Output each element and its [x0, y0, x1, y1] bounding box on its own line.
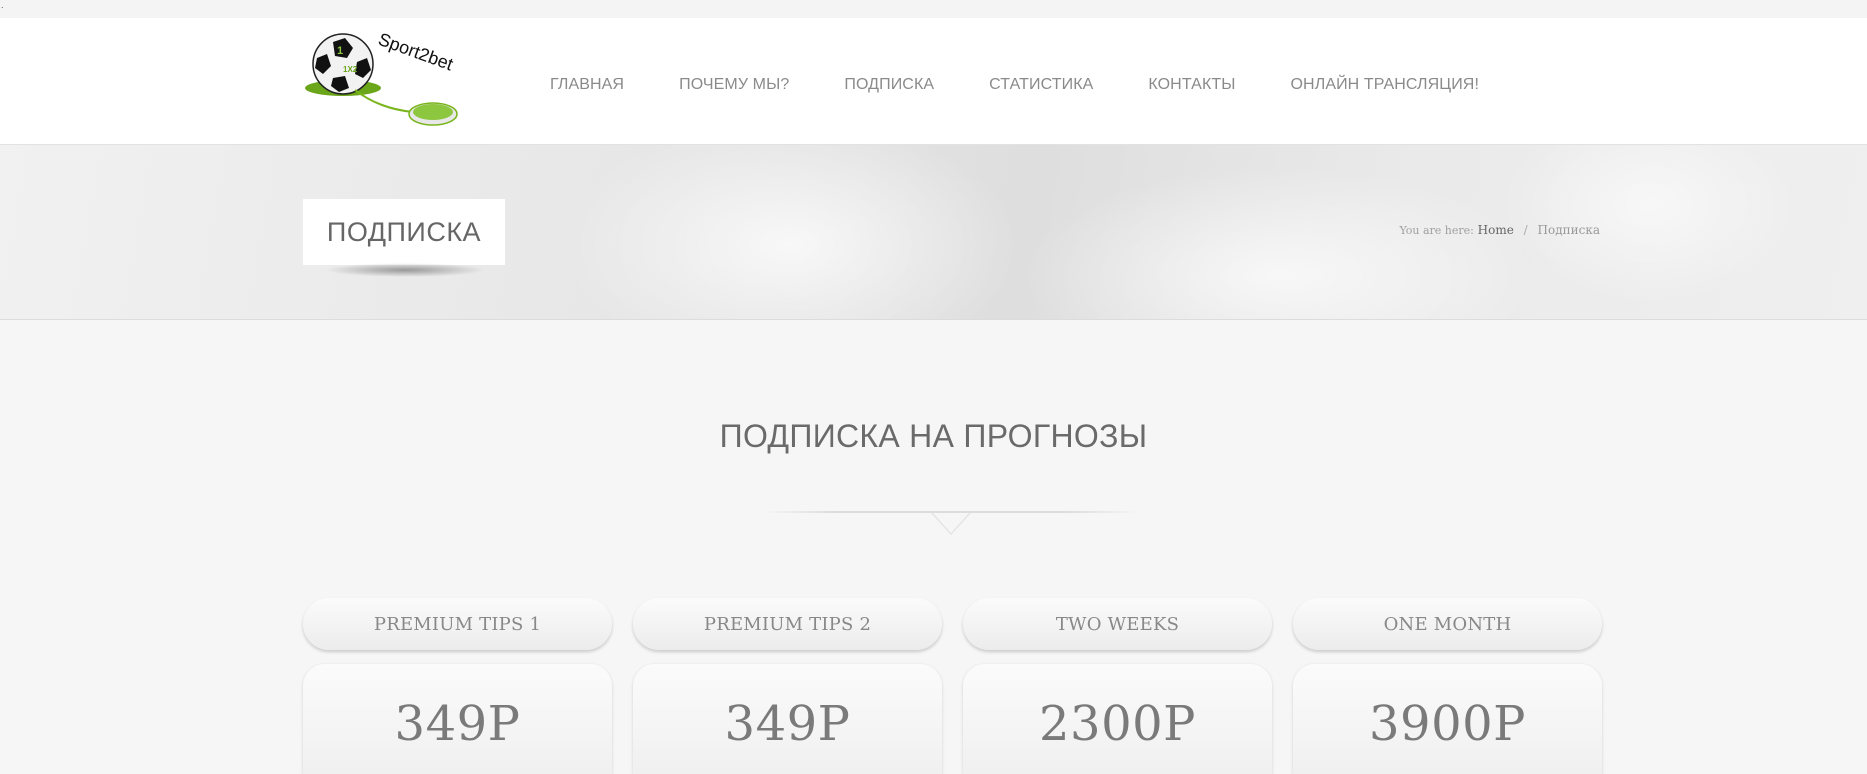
nav-item-contacts[interactable]: КОНТАКТЫ: [1148, 76, 1235, 94]
plan-body: 2300Р: [963, 664, 1272, 774]
pricing-plans: PREMIUM TIPS 1 349Р PREMIUM TIPS 2 349Р …: [303, 598, 1603, 774]
plan-price: 3900Р: [1369, 696, 1526, 752]
nav-item-why-us[interactable]: ПОЧЕМУ МЫ?: [679, 76, 789, 94]
logo-ball-text: 1X2: [343, 65, 358, 74]
divider-arrow-icon: [931, 513, 971, 535]
plan-name: PREMIUM TIPS 2: [633, 598, 942, 650]
top-strip: .: [0, 0, 1867, 18]
plan-price: 2300Р: [1039, 696, 1196, 752]
section-title: ПОДПИСКА НА ПРОГНОЗЫ: [719, 418, 1148, 454]
logo-graphic-icon: 1 1X2 Sport2bet: [305, 29, 458, 126]
plan-name: PREMIUM TIPS 1: [303, 598, 612, 650]
breadcrumb: You are here: Home / Подписка: [1399, 223, 1600, 237]
top-dot: .: [1, 0, 4, 10]
logo-brand-text: Sport2bet: [376, 29, 456, 74]
plan-price: 349Р: [724, 696, 851, 752]
main-nav: ГЛАВНАЯ ПОЧЕМУ МЫ? ПОДПИСКА СТАТИСТИКА К…: [550, 70, 1534, 100]
svg-text:1: 1: [337, 45, 343, 57]
pricing-plan[interactable]: PREMIUM TIPS 1 349Р: [303, 598, 612, 774]
nav-item-statistics[interactable]: СТАТИСТИКА: [989, 76, 1093, 94]
breadcrumb-prefix: You are here:: [1399, 224, 1474, 237]
site-header: 1 1X2 Sport2bet ГЛАВНАЯ ПОЧЕМУ МЫ? ПОДПИ…: [0, 18, 1867, 145]
plan-name: ONE MONTH: [1293, 598, 1602, 650]
pricing-plan[interactable]: TWO WEEKS 2300Р: [963, 598, 1272, 774]
cloud-decoration: [1020, 165, 1540, 319]
breadcrumb-separator: /: [1523, 223, 1528, 237]
nav-item-live-stream[interactable]: ОНЛАЙН ТРАНСЛЯЦИЯ!: [1291, 76, 1480, 94]
breadcrumb-home-link[interactable]: Home: [1478, 223, 1514, 237]
plan-body: 349Р: [633, 664, 942, 774]
plan-body: 3900Р: [1293, 664, 1602, 774]
nav-item-subscription[interactable]: ПОДПИСКА: [844, 76, 934, 94]
plan-body: 349Р: [303, 664, 612, 774]
cloud-decoration: [560, 145, 1020, 319]
plan-name: TWO WEEKS: [963, 598, 1272, 650]
page-title-shadow: [325, 263, 485, 277]
pricing-plan[interactable]: PREMIUM TIPS 2 349Р: [633, 598, 942, 774]
pricing-plan[interactable]: ONE MONTH 3900Р: [1293, 598, 1602, 774]
nav-item-home[interactable]: ГЛАВНАЯ: [550, 76, 624, 94]
breadcrumb-current: Подписка: [1537, 223, 1600, 237]
page-title: ПОДПИСКА: [326, 216, 482, 247]
site-logo[interactable]: 1 1X2 Sport2bet: [303, 24, 473, 136]
page-title-box: ПОДПИСКА: [303, 199, 505, 265]
plan-price: 349Р: [394, 696, 521, 752]
page-title-bar: ПОДПИСКА You are here: Home / Подписка: [0, 145, 1867, 320]
